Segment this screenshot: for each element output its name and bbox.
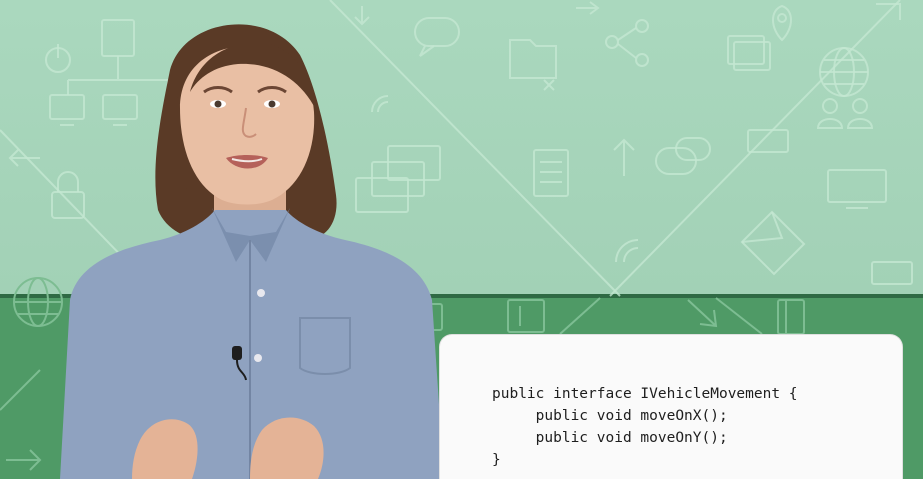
shirt-button [254,354,262,362]
code-snippet: public interface IVehicleMovement { publ… [492,383,798,471]
code-line: public void moveOnY(); [492,430,728,446]
code-snippet-card: public interface IVehicleMovement { publ… [440,335,902,479]
lapel-microphone [232,346,242,360]
pupil-right [268,100,276,108]
code-line: public interface IVehicleMovement { [492,386,798,402]
code-line: } [492,452,501,468]
code-line: public void moveOnX(); [492,408,728,424]
shirt [60,210,444,479]
video-frame: public interface IVehicleMovement { publ… [0,0,923,479]
pupil-left [214,100,222,108]
shirt-button [257,289,265,297]
